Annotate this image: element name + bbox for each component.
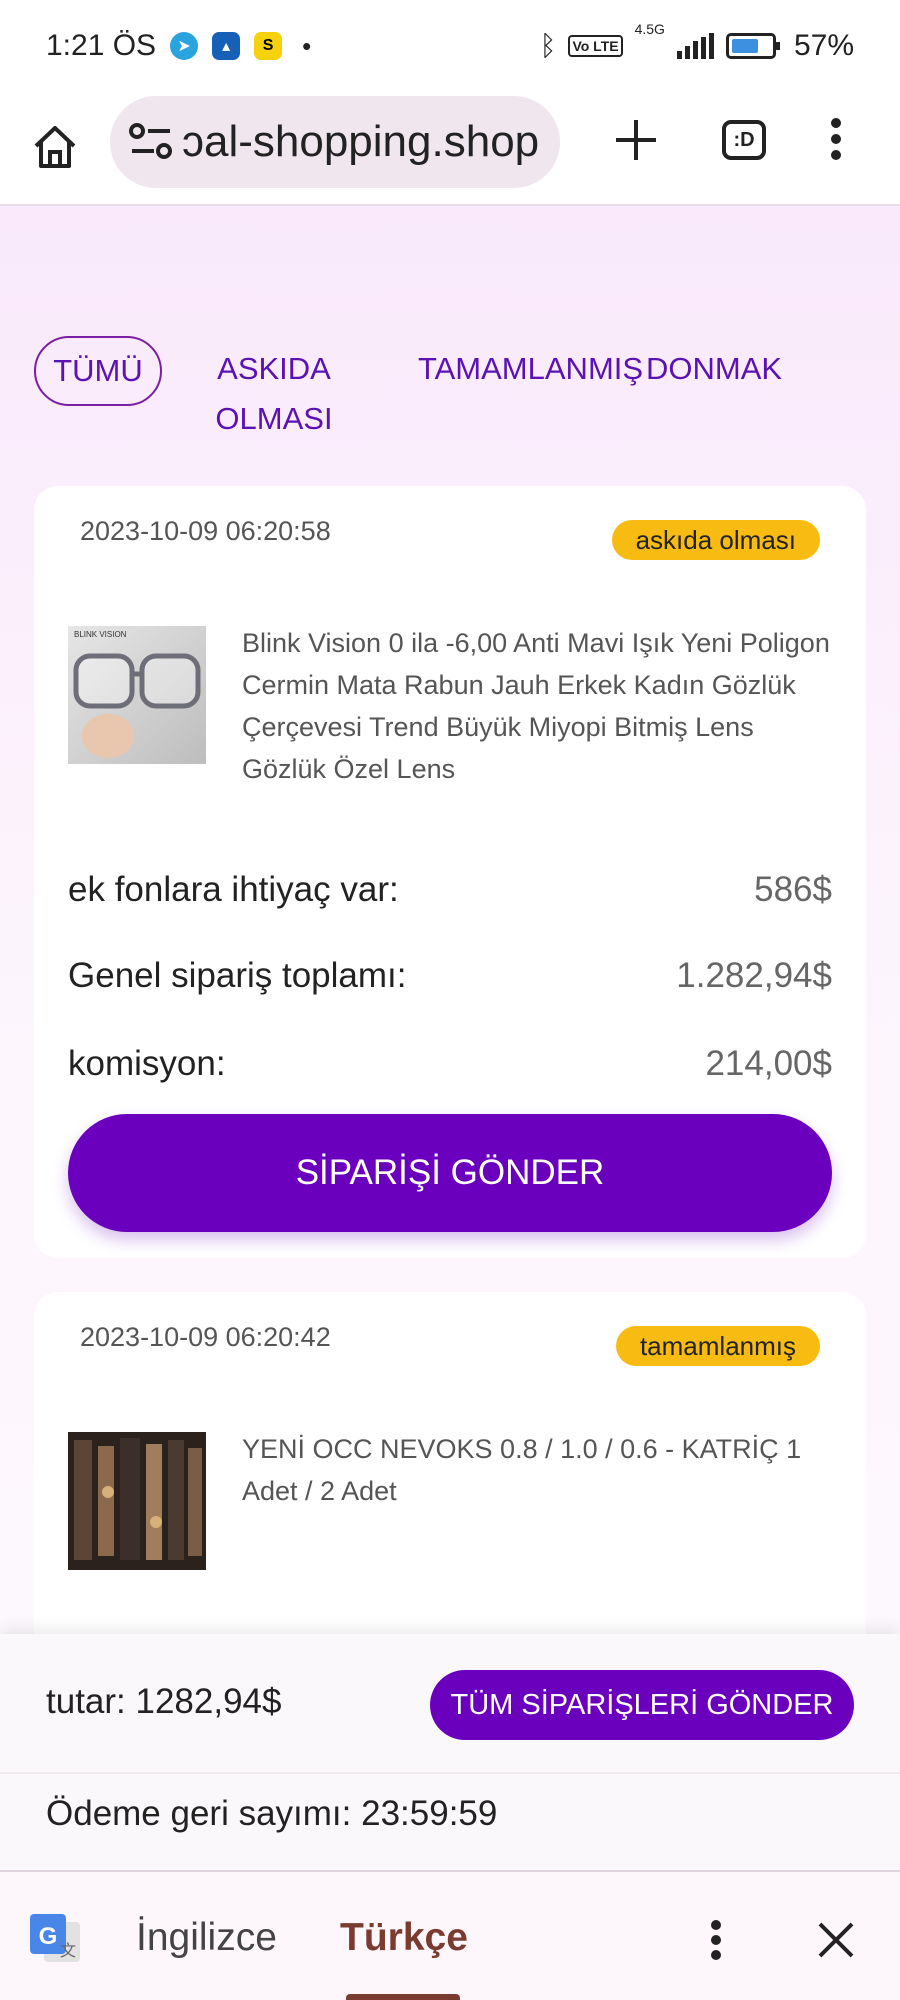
app-notification-icon: ▴: [212, 32, 241, 60]
browser-toolbar: ɔal-shopping.shop :D: [0, 92, 900, 206]
home-icon[interactable]: [30, 122, 80, 172]
svg-text:G: G: [39, 1923, 58, 1950]
checkout-panel: tutar: 1282,94$ TÜM SİPARİŞLERİ GÖNDER Ö…: [0, 1634, 900, 1870]
product-image-vape: [68, 1432, 206, 1570]
submit-order-button[interactable]: SİPARİŞİ GÖNDER: [68, 1114, 832, 1232]
tab-switcher-button[interactable]: :D: [722, 120, 766, 160]
language-turkish[interactable]: Türkçe: [340, 1916, 468, 1960]
product-image-glasses: BLINK VISION: [68, 626, 206, 764]
product-name: Blink Vision 0 ila -6,00 Anti Mavi Işık …: [242, 628, 830, 784]
commission-row: komisyon: 214,00$: [68, 1044, 832, 1084]
google-translate-icon[interactable]: G 文: [28, 1912, 82, 1966]
language-english[interactable]: İngilizce: [136, 1916, 277, 1960]
orders-page: TÜMÜ ASKIDA OLMASI TAMAMLANMIŞ DONMAK 20…: [0, 206, 900, 1636]
total-amount: tutar: 1282,94$: [46, 1682, 282, 1721]
product-collage-icon: [74, 1438, 202, 1560]
payment-countdown: Ödeme geri sayımı: 23:59:59: [46, 1794, 498, 1833]
order-total-label: Genel sipariş toplamı:: [68, 956, 407, 995]
commission-label: komisyon:: [68, 1044, 226, 1083]
tab-pending[interactable]: ASKIDA OLMASI: [194, 344, 354, 444]
more-options-icon[interactable]: [826, 116, 846, 162]
order-card: 2023-10-09 06:20:58 askıda olması BLINK …: [34, 486, 866, 1258]
battery-icon: [725, 33, 780, 59]
order-date: 2023-10-09 06:20:42: [80, 1322, 331, 1352]
status-badge: askıda olması: [611, 520, 820, 560]
extra-funds-row: ek fonlara ihtiyaç var: 586$: [68, 870, 832, 910]
order-total-row: Genel sipariş toplamı: 1.282,94$: [68, 956, 832, 996]
tab-frozen[interactable]: DONMAK: [646, 344, 782, 394]
translate-options-icon[interactable]: [706, 1918, 726, 1962]
status-left: 1:21 ÖS ➤ ▴ S •: [46, 29, 311, 63]
product-name: YENİ OCC NEVOKS 0.8 / 1.0 / 0.6 - KATRİÇ…: [242, 1434, 802, 1506]
status-badge: tamamlanmış: [615, 1326, 820, 1366]
status-time: 1:21 ÖS: [46, 29, 157, 62]
telegram-icon: ➤: [170, 32, 199, 60]
tab-all[interactable]: TÜMÜ: [34, 336, 162, 406]
send-all-orders-button[interactable]: TÜM SİPARİŞLERİ GÖNDER: [430, 1670, 854, 1740]
bluetooth-icon: ᛒ: [539, 30, 557, 61]
new-tab-icon[interactable]: [610, 114, 662, 166]
translate-bar: G 文 İngilizce Türkçe: [0, 1870, 900, 2000]
signal-icon: [676, 33, 714, 59]
order-date: 2023-10-09 06:20:58: [80, 516, 331, 546]
battery-percent: 57%: [793, 29, 854, 62]
divider: [0, 1772, 900, 1774]
close-icon[interactable]: [816, 1920, 856, 1960]
more-notifications-dot: •: [302, 30, 312, 61]
status-right: ᛒ Vo LTE 4.5G 57%: [539, 21, 854, 63]
status-bar: 1:21 ÖS ➤ ▴ S • ᛒ Vo LTE 4.5G 57%: [0, 0, 900, 92]
tab-completed[interactable]: TAMAMLANMIŞ: [418, 344, 643, 394]
url-text: ɔal-shopping.shop: [182, 117, 540, 166]
site-settings-icon[interactable]: [128, 122, 174, 162]
order-tabs: TÜMÜ ASKIDA OLMASI TAMAMLANMIŞ DONMAK: [34, 330, 874, 450]
commission-value: 214,00$: [705, 1044, 832, 1083]
extra-funds-value: 586$: [754, 870, 832, 909]
network-type: 4.5G: [634, 21, 665, 37]
order-card: 2023-10-09 06:20:42 tamamlanmış YENİ OCC…: [34, 1292, 866, 1636]
volte-icon: Vo LTE: [568, 35, 623, 57]
glasses-icon: [73, 653, 201, 758]
s-app-icon: S: [254, 32, 283, 60]
address-bar[interactable]: ɔal-shopping.shop: [110, 96, 560, 188]
order-total-value: 1.282,94$: [676, 956, 832, 995]
thumb-caption: BLINK VISION: [74, 630, 127, 639]
svg-text:文: 文: [60, 1941, 76, 1960]
selected-language-indicator: [346, 1994, 460, 2000]
extra-funds-label: ek fonlara ihtiyaç var:: [68, 870, 399, 909]
